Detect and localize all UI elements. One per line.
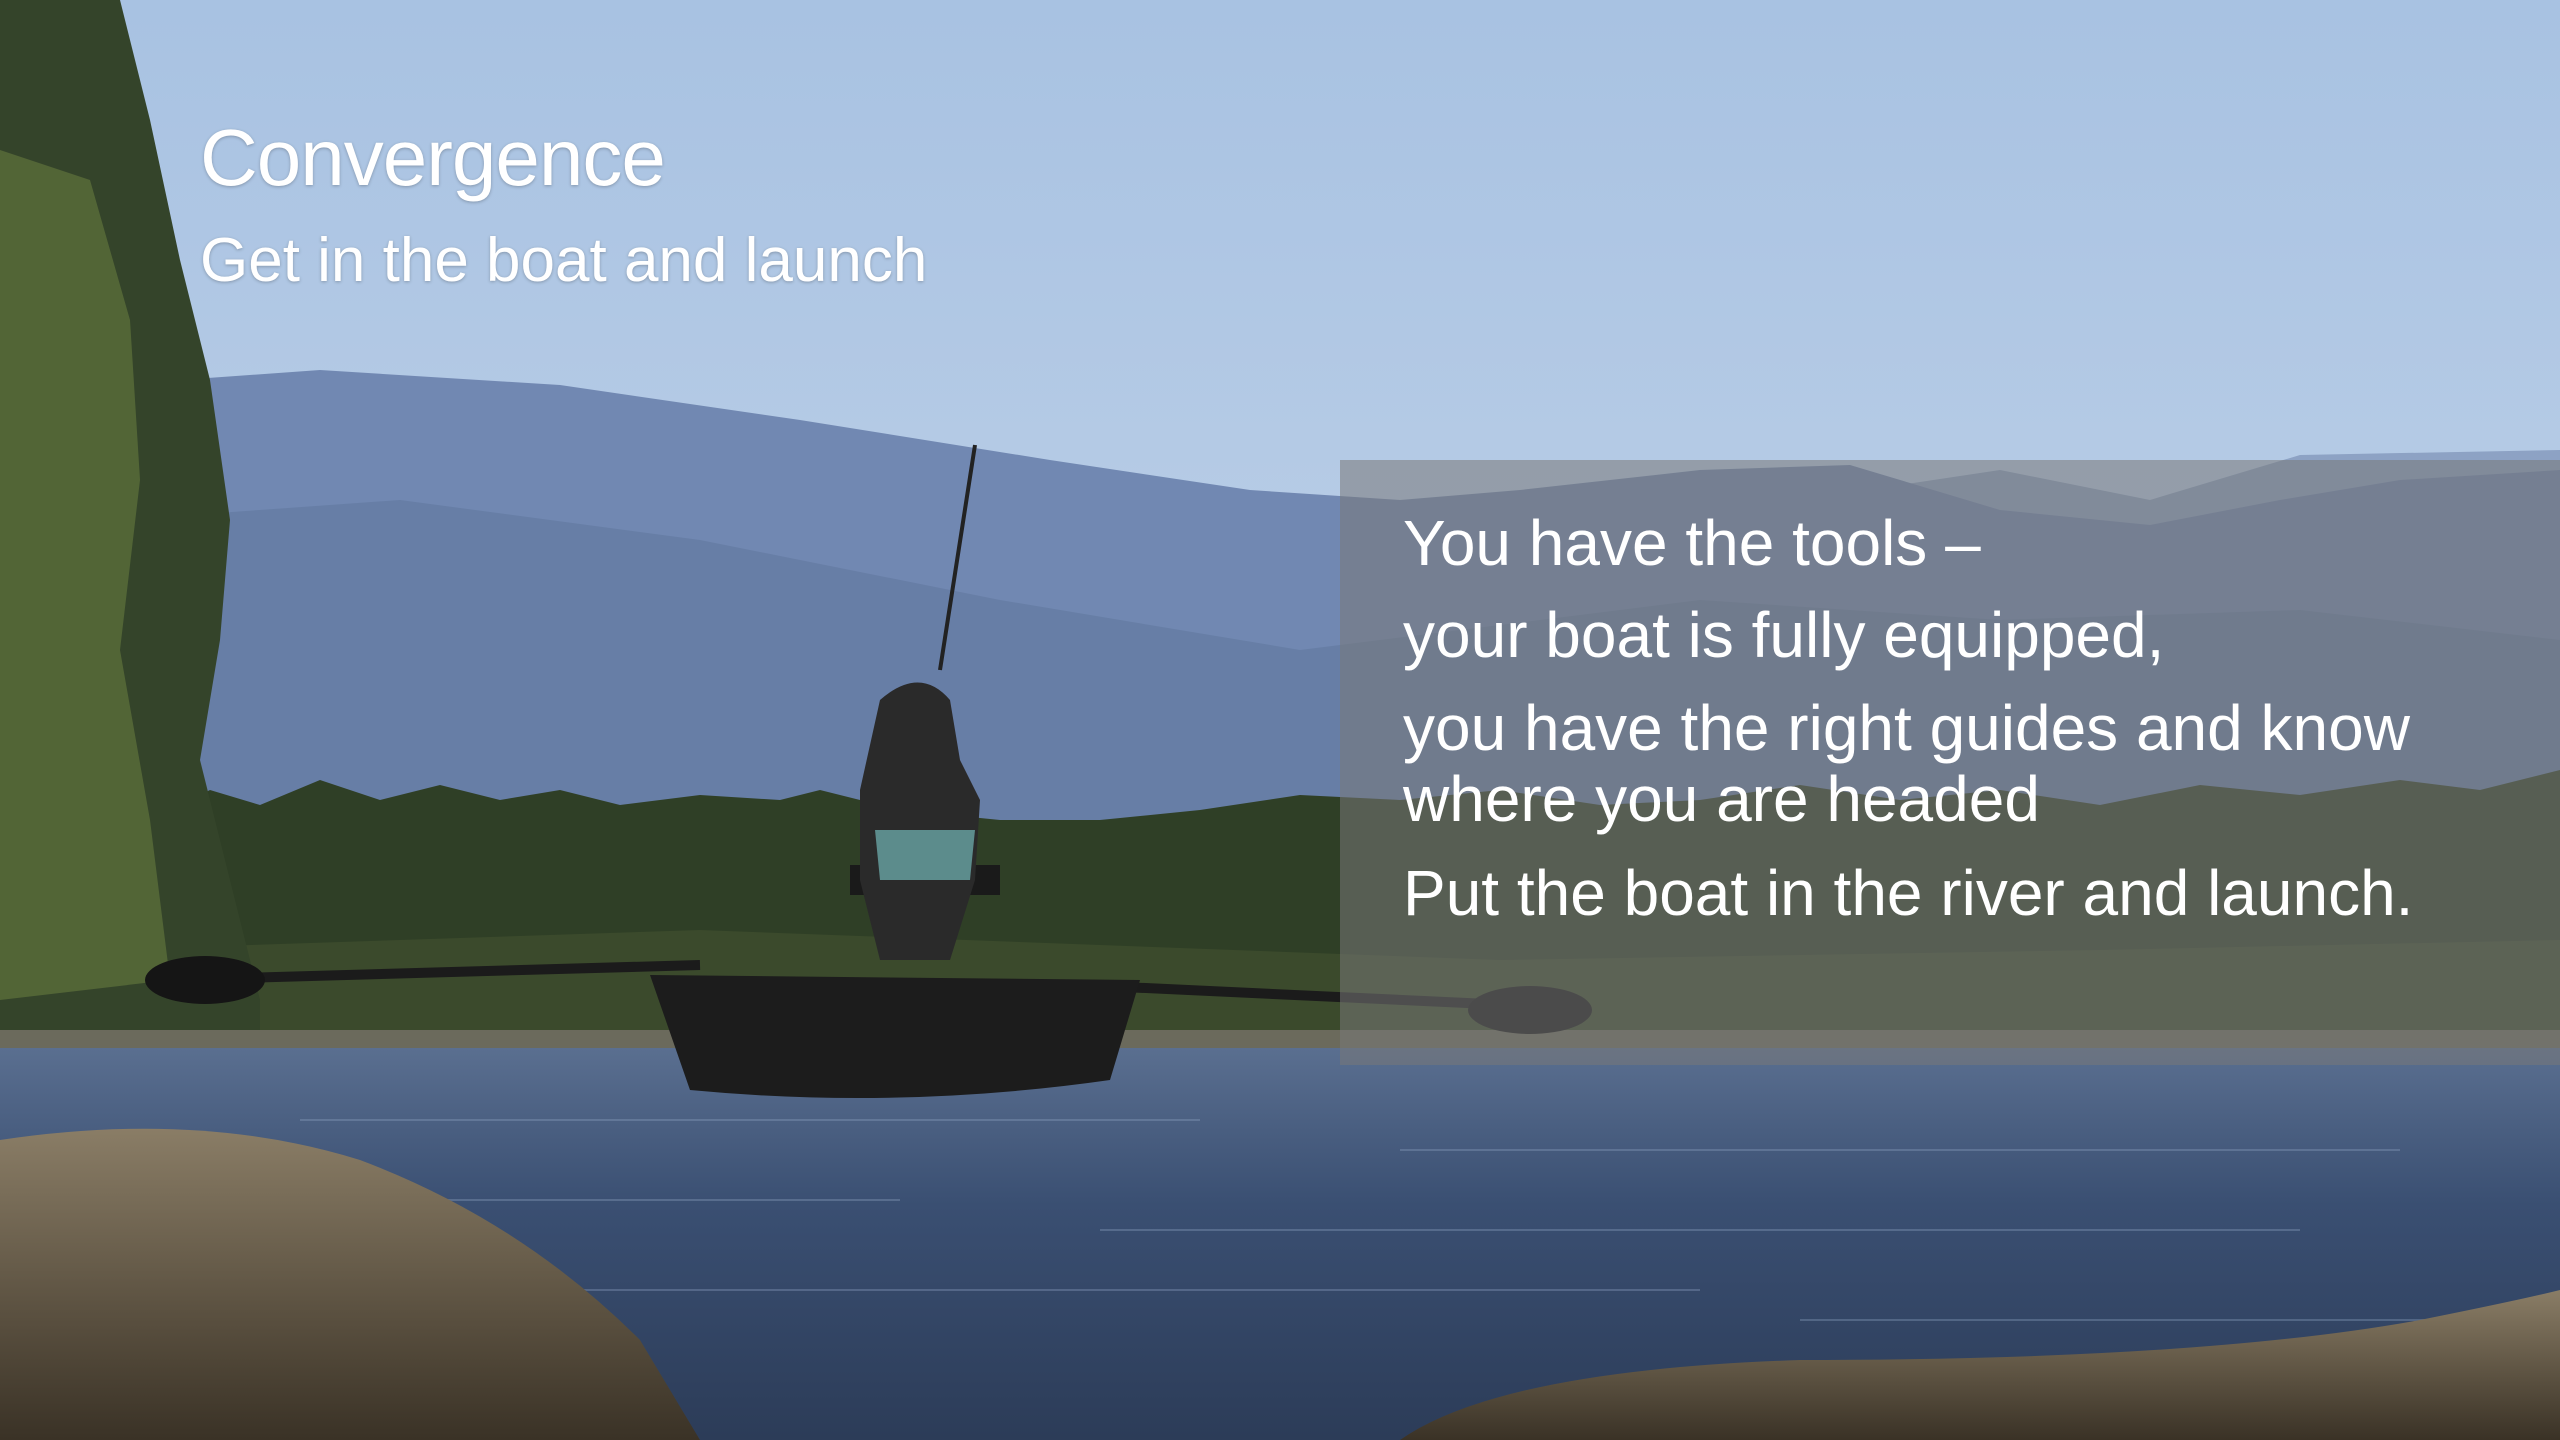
slide-subtitle: Get in the boat and launch (200, 226, 928, 295)
quote-line-3: you have the right guides and know where… (1403, 691, 2410, 836)
title-block: Convergence Get in the boat and launch (200, 118, 927, 292)
angler-shorts (875, 830, 975, 880)
oar-blade-left (145, 956, 265, 1004)
slide-title: Convergence (200, 113, 666, 202)
quote-line-4: Put the boat in the river and launch. (1403, 857, 2414, 930)
quote-line-2: your boat is fully equipped, (1403, 599, 2165, 672)
quote-panel: You have the tools – your boat is fully … (1340, 460, 2560, 1065)
boat-hull (650, 975, 1140, 1098)
quote-line-1: You have the tools – (1403, 507, 1981, 579)
